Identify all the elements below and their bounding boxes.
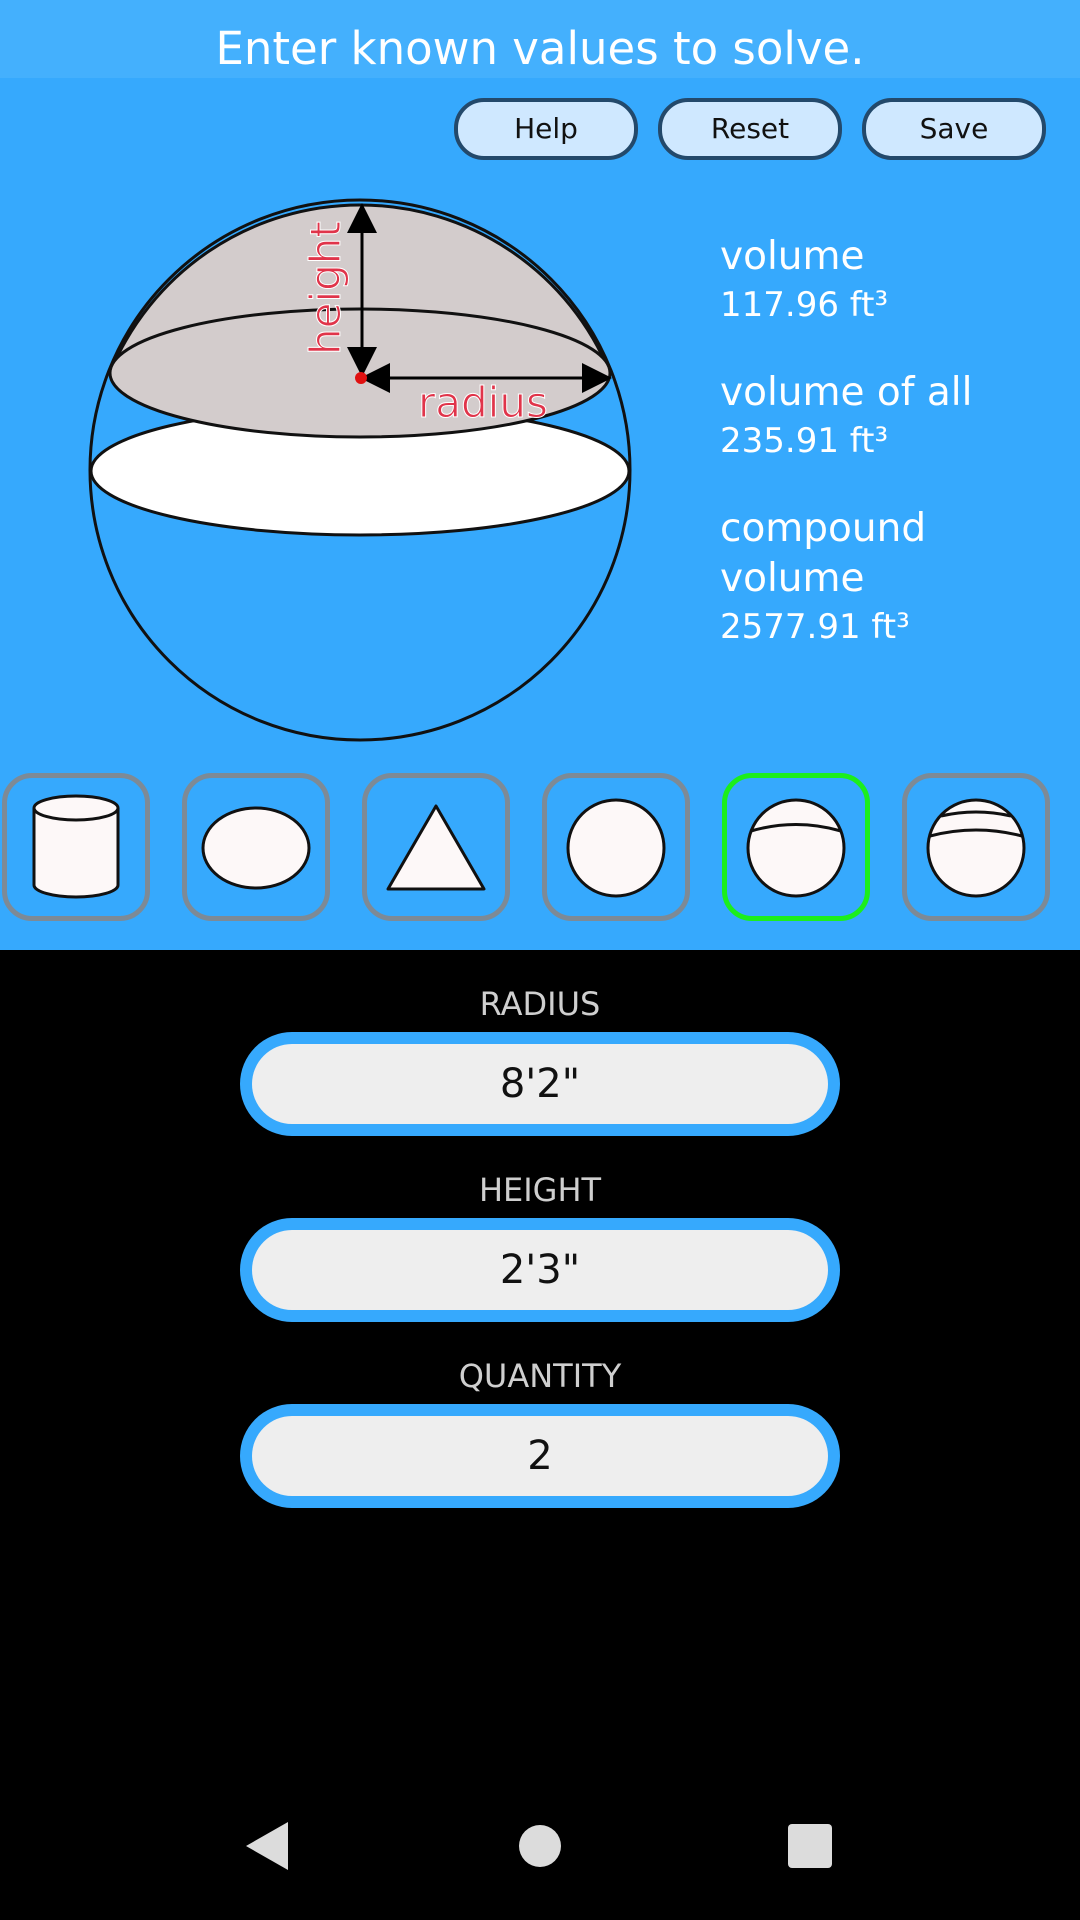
spherical-segment-icon — [926, 798, 1026, 898]
height-field[interactable]: 2'3" — [240, 1218, 840, 1322]
shape-button-cylinder[interactable] — [2, 773, 150, 921]
page-title: Enter known values to solve. — [215, 22, 865, 75]
ellipse-icon — [201, 806, 311, 890]
spherical-cap-diagram: height radius — [88, 198, 632, 742]
volume-of-all-value: 235.91 ft³ — [720, 421, 889, 461]
quantity-input[interactable]: 2 — [252, 1416, 828, 1496]
home-icon[interactable] — [518, 1818, 562, 1874]
shape-button-ellipse[interactable] — [182, 773, 330, 921]
shape-panel: Enter known values to solve. Help Reset … — [0, 0, 1080, 950]
compound-volume-label: compound volume — [720, 506, 927, 601]
height-label: HEIGHT — [478, 1171, 602, 1209]
shape-button-spherical-cap[interactable] — [722, 773, 870, 921]
back-icon[interactable] — [240, 1818, 296, 1874]
center-point — [355, 372, 367, 384]
help-button[interactable]: Help — [454, 98, 638, 160]
cone-icon — [386, 804, 486, 891]
radius-diagram-label: radius — [418, 378, 548, 427]
radius-input[interactable]: 8'2" — [252, 1044, 828, 1124]
compound-volume-value: 2577.91 ft³ — [720, 607, 910, 647]
spherical-cap-icon — [746, 798, 846, 898]
radius-label: RADIUS — [479, 985, 601, 1023]
save-button[interactable]: Save — [862, 98, 1046, 160]
results-panel: volume 117.96 ft³ volume of all 235.91 f… — [720, 232, 1080, 690]
shape-button-sphere[interactable] — [542, 773, 690, 921]
volume-label: volume — [720, 234, 865, 279]
shape-button-cone[interactable] — [362, 773, 510, 921]
quantity-field[interactable]: 2 — [240, 1404, 840, 1508]
volume-value: 117.96 ft³ — [720, 285, 889, 325]
radius-field[interactable]: 8'2" — [240, 1032, 840, 1136]
height-input[interactable]: 2'3" — [252, 1230, 828, 1310]
volume-of-all-label: volume of all — [720, 370, 973, 415]
cylinder-icon — [32, 794, 120, 899]
height-diagram-label: height — [301, 221, 350, 355]
recents-icon[interactable] — [786, 1818, 834, 1874]
reset-button[interactable]: Reset — [658, 98, 842, 160]
quantity-label: QUANTITY — [458, 1357, 622, 1395]
shape-button-spherical-segment[interactable] — [902, 773, 1050, 921]
sphere-icon — [566, 798, 666, 898]
